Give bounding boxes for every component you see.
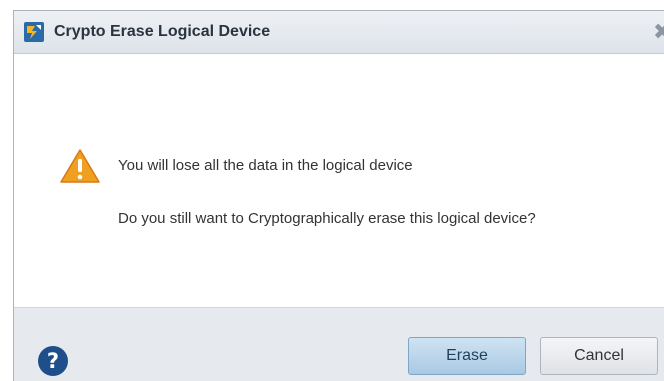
erase-button[interactable]: Erase <box>408 337 526 375</box>
cancel-button[interactable]: Cancel <box>540 337 658 375</box>
svg-text:?: ? <box>47 349 59 373</box>
dialog-footer: ? Erase Cancel <box>14 307 664 381</box>
confirm-question: Do you still want to Cryptographically e… <box>118 210 536 227</box>
dialog-content: You will lose all the data in the logica… <box>14 54 664 304</box>
app-logo-icon <box>24 22 44 42</box>
warning-triangle-icon <box>60 149 100 183</box>
dialog-titlebar: Crypto Erase Logical Device ✖ <box>14 11 664 54</box>
dialog-title: Crypto Erase Logical Device <box>54 23 271 40</box>
help-question-icon[interactable]: ? <box>37 345 69 377</box>
warning-message: You will lose all the data in the logica… <box>118 157 413 174</box>
close-icon[interactable]: ✖ <box>653 20 664 44</box>
crypto-erase-dialog: Crypto Erase Logical Device ✖ You will l… <box>13 10 664 381</box>
